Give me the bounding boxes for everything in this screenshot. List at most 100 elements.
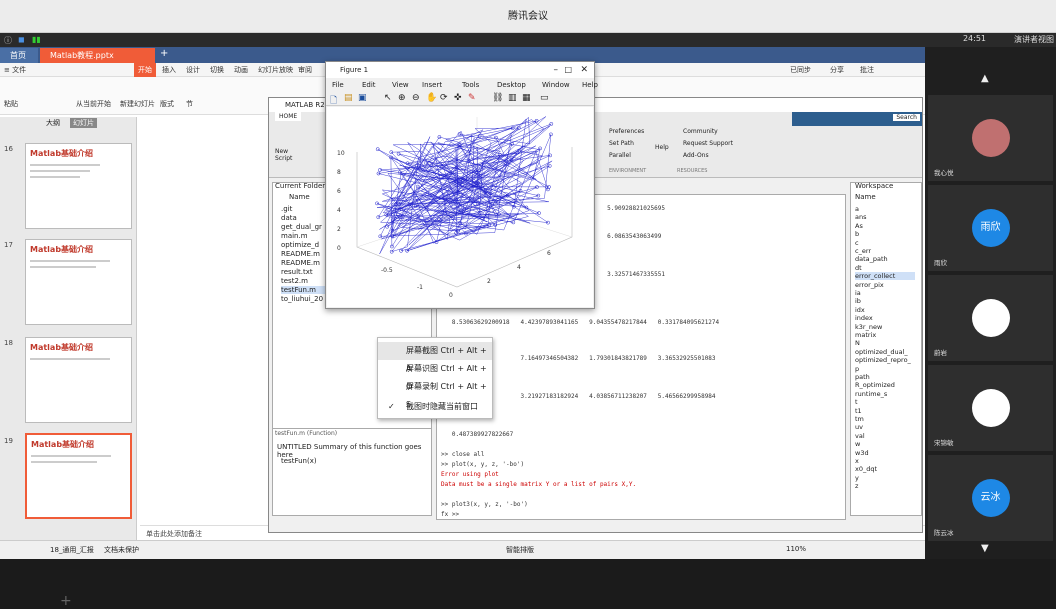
name-column-header[interactable]: Name [289,193,310,201]
home-tab[interactable]: 首页 [0,48,38,63]
file-item[interactable]: result.txt [281,268,313,276]
figure-menu-file[interactable]: File [332,78,344,92]
figure-menu-view[interactable]: View [392,78,409,92]
layout-button[interactable]: 版式 [160,97,174,111]
file-menu[interactable]: ≡ 文件 [4,63,26,77]
documentation-search[interactable]: Search [792,112,922,126]
file-item[interactable]: README.m [281,259,320,267]
workspace-variable[interactable]: ia [855,289,861,297]
workspace-variable[interactable]: z [855,482,858,490]
figure-menu-window[interactable]: Window [542,78,570,92]
workspace-variable[interactable]: w3d [855,449,869,457]
figure-menu-edit[interactable]: Edit [362,78,376,92]
maximize-icon[interactable]: □ [564,62,572,78]
ribbon-tab-design[interactable]: 设计 [186,63,200,77]
workspace-variable[interactable]: error_pix [855,281,884,289]
workspace-variable[interactable]: uv [855,423,863,431]
minimize-icon[interactable]: – [554,62,559,78]
add-slide-button[interactable]: + [60,593,72,609]
ribbon-tab-slideshow[interactable]: 幻灯片放映 [258,63,293,77]
new-slide-button[interactable]: 新建幻灯片 [120,97,155,111]
help-button[interactable]: Help [655,144,669,151]
participant-tile[interactable]: 宋锦敏 [928,365,1053,451]
workspace-variable[interactable]: c_err [855,247,871,255]
workspace-variable[interactable]: t1 [855,407,862,415]
comment-button[interactable]: 批注 [860,63,874,77]
link-icon[interactable]: ⛓ [492,93,503,103]
file-item[interactable]: test2.m [281,277,308,285]
scroll-up-icon[interactable]: ▲ [981,73,989,84]
menu-item-screen-ocr[interactable]: 屏幕识图 Ctrl + Alt + O [378,360,492,391]
workspace-variable[interactable]: runtime_s [855,390,887,398]
protect-status[interactable]: 文档未保护 [104,545,139,555]
workspace-variable[interactable]: matrix [855,331,876,339]
workspace-variable[interactable]: path [855,373,870,381]
participant-tile[interactable]: 蔚岩 [928,275,1053,361]
file-item[interactable]: to_liuhui_20 [281,295,323,303]
workspace-variable[interactable]: optimized_repro_ [855,356,911,364]
colorbar-icon[interactable]: ▥ [508,93,517,103]
outline-tab[interactable]: 大纲 [46,118,60,128]
plot3-axes[interactable]: 10 8 6 4 2 0 -0.5 -1 0 2 4 6 [327,107,593,307]
rotate-icon[interactable]: ⟳ [440,93,448,103]
save-icon[interactable]: ▣ [358,93,367,103]
workspace-variable[interactable]: error_collect [855,272,915,281]
workspace-variable[interactable]: ans [855,213,867,221]
data-cursor-icon[interactable]: ✜ [454,93,462,103]
share-button[interactable]: 分享 [830,63,844,77]
menu-item-hide-window[interactable]: ✓ 截图时隐藏当前窗口 [378,398,492,416]
slide-thumbnail[interactable]: Matlab基础介绍 [25,239,132,325]
preferences-button[interactable]: Preferences [609,128,644,135]
menu-item-screenshot[interactable]: 屏幕截图 Ctrl + Alt + A [378,342,492,373]
file-item[interactable]: README.m [281,250,320,258]
workspace-variable[interactable]: b [855,230,859,238]
figure-menu-desktop[interactable]: Desktop [497,78,526,92]
hide-tools-icon[interactable]: ▭ [540,93,549,103]
figure-menu-insert[interactable]: Insert [422,78,442,92]
scroll-down-icon[interactable]: ▼ [981,543,989,554]
slide-thumbnail[interactable]: Matlab基础介绍 [25,143,132,229]
menu-item-screen-record[interactable]: 屏幕录制 Ctrl + Alt + S [378,378,492,409]
slide-thumbnail[interactable]: Matlab基础介绍 [25,337,132,423]
slide-thumbnail-active[interactable]: Matlab基础介绍 [25,433,132,519]
participant-tile[interactable]: 云冰 陈云冰 [928,455,1053,541]
info-icon[interactable]: ⓘ [4,35,12,46]
workspace-variable[interactable]: t [855,398,858,406]
figure-menu-tools[interactable]: Tools [462,78,479,92]
workspace-variable[interactable]: dt [855,264,862,272]
new-tab-icon[interactable]: + [160,48,168,59]
home-tab[interactable]: HOME [275,112,302,121]
file-item[interactable]: optimize_d [281,241,319,249]
workspace-variable[interactable]: optimized_dual_ [855,348,908,356]
file-item[interactable]: .git [281,205,292,213]
request-support-button[interactable]: Request Support [683,140,733,147]
community-button[interactable]: Community [683,128,718,135]
file-item[interactable]: get_dual_gr [281,223,322,231]
ribbon-tab-transition[interactable]: 切换 [210,63,224,77]
slides-tab[interactable]: 幻灯片 [70,118,97,128]
workspace-variable[interactable]: val [855,432,865,440]
participant-tile[interactable]: 我心悦 [928,95,1053,181]
ribbon-tab-insert[interactable]: 插入 [162,63,176,77]
workspace-variable[interactable]: k3r_new [855,323,882,331]
open-icon[interactable]: ▤ [344,93,353,103]
workspace-variable[interactable]: idx [855,306,865,314]
add-ons-button[interactable]: Add-Ons [683,152,709,159]
ribbon-tab-animation[interactable]: 动画 [234,63,248,77]
paste-button[interactable]: 粘贴 [4,97,18,111]
play-from-current-button[interactable]: 从当前开始 [76,97,111,111]
smart-layout-button[interactable]: 智能排版 [506,545,534,555]
participant-tile[interactable]: 雨欣 雨欣 [928,185,1053,271]
ribbon-tab-home[interactable]: 开始 [134,63,156,77]
doc-tab[interactable]: Matlab教程.pptx [40,48,155,63]
new-script-button[interactable]: New Script [275,148,303,162]
workspace-variable[interactable]: c [855,239,859,247]
presenter-view-button[interactable]: 演讲者视图 [1014,34,1054,45]
pointer-icon[interactable]: ↖ [384,93,392,103]
zoom-out-icon[interactable]: ⊖ [412,93,420,103]
workspace-variable[interactable]: index [855,314,873,322]
file-item[interactable]: main.m [281,232,308,240]
workspace-variable[interactable]: y [855,474,859,482]
parallel-button[interactable]: Parallel [609,152,631,159]
sync-status[interactable]: 已同步 [790,63,811,77]
